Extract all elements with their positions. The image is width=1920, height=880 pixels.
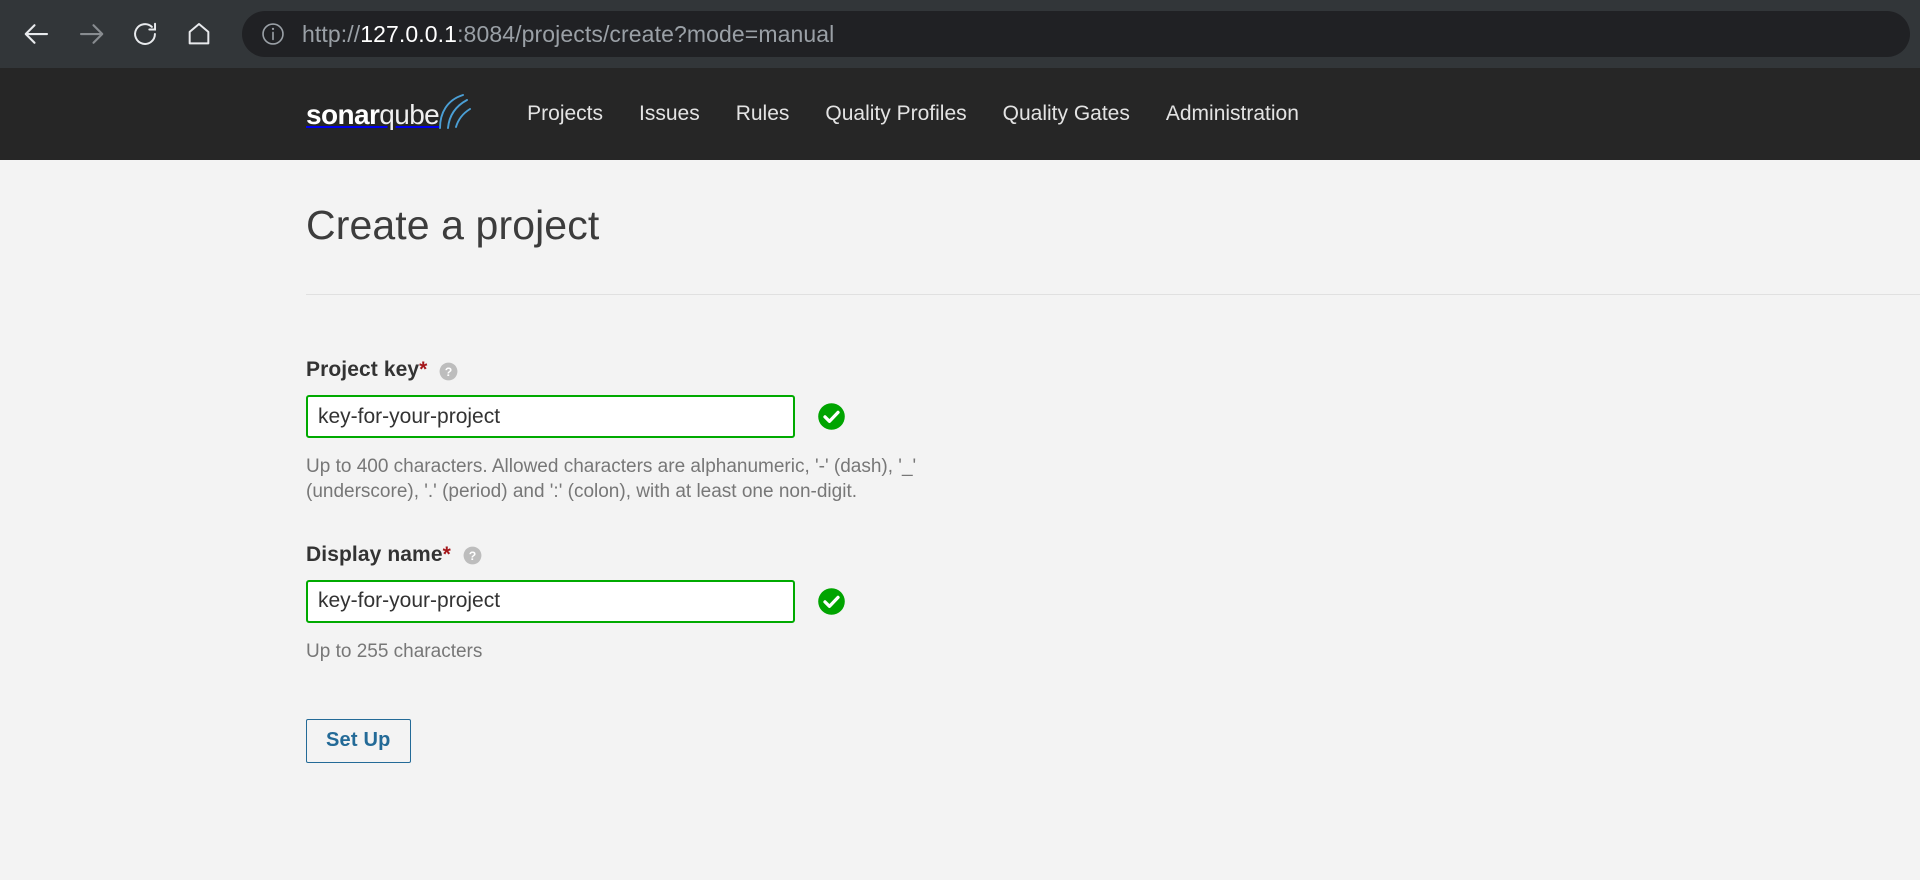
- help-icon[interactable]: ?: [463, 546, 482, 565]
- display-name-input[interactable]: [306, 579, 795, 623]
- project-key-input-row: [306, 395, 1920, 438]
- display-name-label-text: Display name: [306, 542, 443, 566]
- nav-item-administration[interactable]: Administration: [1148, 102, 1317, 126]
- address-bar[interactable]: http://127.0.0.1:8084/projects/create?mo…: [242, 11, 1910, 57]
- reload-icon: [131, 20, 159, 48]
- help-icon[interactable]: ?: [439, 362, 458, 381]
- svg-text:?: ?: [445, 364, 453, 378]
- project-key-label-row: Project key* ?: [306, 358, 1920, 382]
- valid-check-icon: [817, 587, 846, 616]
- address-bar-url: http://127.0.0.1:8084/projects/create?mo…: [302, 21, 834, 48]
- sonarqube-logo-text: sonarqube: [306, 99, 440, 130]
- arrow-left-icon: [22, 19, 52, 49]
- logo-text-bold: sonar: [306, 99, 380, 130]
- forward-button[interactable]: [64, 7, 118, 61]
- page-title: Create a project: [306, 202, 600, 248]
- home-icon: [185, 20, 213, 48]
- project-key-label-text: Project key: [306, 358, 420, 381]
- project-key-hint: Up to 400 characters. Allowed characters…: [306, 456, 917, 503]
- display-name-label: Display name*: [306, 543, 451, 567]
- display-name-input-row: [306, 579, 1920, 623]
- sonarqube-navbar: sonarqube Projects Issues Rules Quality …: [0, 68, 1920, 160]
- set-up-button[interactable]: Set Up: [306, 718, 411, 763]
- info-circle-icon[interactable]: [260, 21, 286, 47]
- nav-item-quality-profiles[interactable]: Quality Profiles: [807, 102, 984, 126]
- url-scheme: http://: [302, 20, 361, 47]
- project-key-required-marker: *: [419, 358, 428, 381]
- submit-row: Set Up: [306, 718, 1920, 763]
- svg-text:?: ?: [469, 549, 477, 563]
- reload-button[interactable]: [118, 7, 172, 61]
- sonarqube-logo[interactable]: sonarqube: [306, 94, 472, 134]
- project-key-label: Project key*: [306, 358, 427, 382]
- arrow-right-icon: [76, 19, 106, 49]
- navbar-menu: Projects Issues Rules Quality Profiles Q…: [509, 102, 1317, 126]
- url-host: 127.0.0.1: [360, 20, 458, 47]
- display-name-hint: Up to 255 characters: [306, 640, 483, 662]
- nav-item-quality-gates[interactable]: Quality Gates: [985, 102, 1148, 126]
- page-content: Create a project Project key* ? key-for-…: [0, 160, 1920, 763]
- logo-text-light: qube: [379, 99, 440, 130]
- project-key-input[interactable]: [306, 395, 795, 438]
- sonarqube-arcs-icon: [437, 94, 472, 134]
- valid-check-icon: [817, 402, 846, 431]
- field-project-key: Project key* ? Up to 400 characte: [306, 358, 1920, 505]
- nav-item-projects[interactable]: Projects: [509, 102, 621, 126]
- browser-toolbar: http://127.0.0.1:8084/projects/create?mo…: [0, 0, 1920, 68]
- field-display-name: Display name* ? Up to 255 charact: [306, 543, 1920, 664]
- create-project-form: Project key* ? Up to 400 characte: [306, 295, 1920, 763]
- display-name-label-row: Display name* ?: [306, 543, 1920, 567]
- back-button[interactable]: [10, 7, 64, 61]
- url-path: :8084/projects/create?mode=manual: [457, 20, 835, 47]
- nav-item-rules[interactable]: Rules: [718, 102, 808, 126]
- home-button[interactable]: [172, 7, 226, 61]
- display-name-required-marker: *: [442, 542, 451, 566]
- nav-item-issues[interactable]: Issues: [621, 102, 718, 126]
